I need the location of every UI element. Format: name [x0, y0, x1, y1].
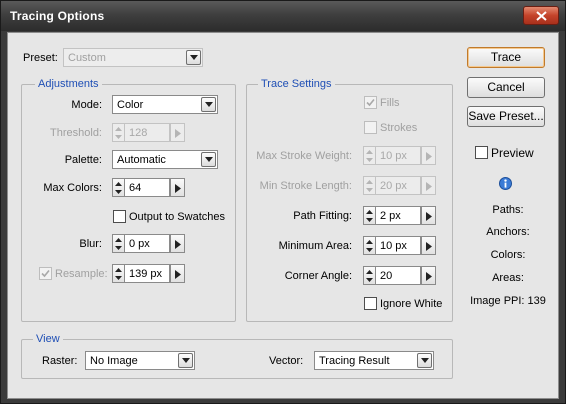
- palette-label: Palette:: [64, 154, 102, 166]
- spin-arrows-icon[interactable]: [363, 206, 376, 225]
- preset-label: Preset:: [23, 52, 58, 64]
- max-colors-stepper[interactable]: 64: [112, 178, 186, 197]
- checkmark-icon: [41, 269, 50, 278]
- spin-arrows-icon[interactable]: [363, 146, 376, 165]
- minimum-area-label: Minimum Area:: [278, 240, 352, 252]
- chevron-down-icon: [201, 97, 216, 112]
- min-stroke-length-value: 20 px: [380, 180, 407, 192]
- chevron-right-icon[interactable]: [421, 236, 436, 255]
- mode-label: Mode:: [71, 99, 102, 111]
- chevron-down-icon: [201, 152, 216, 167]
- threshold-stepper[interactable]: 128: [112, 123, 186, 142]
- chevron-right-icon[interactable]: [170, 234, 185, 253]
- max-colors-label: Max Colors:: [43, 182, 102, 194]
- adjustments-legend: Adjustments: [35, 78, 102, 90]
- close-button[interactable]: [523, 6, 559, 25]
- max-stroke-weight-label: Max Stroke Weight:: [256, 150, 352, 162]
- chevron-right-icon[interactable]: [170, 123, 185, 142]
- save-preset-button[interactable]: Save Preset...: [467, 106, 545, 127]
- mode-dropdown[interactable]: Color: [112, 95, 218, 114]
- ignore-white-label: Ignore White: [380, 298, 443, 310]
- resample-label: Resample:: [55, 268, 108, 280]
- minimum-area-stepper[interactable]: 10 px: [363, 236, 437, 255]
- path-fitting-value: 2 px: [380, 210, 401, 222]
- spin-arrows-icon[interactable]: [112, 178, 125, 197]
- spin-arrows-icon[interactable]: [112, 234, 125, 253]
- max-colors-value: 64: [129, 182, 142, 194]
- corner-angle-value: 20: [380, 270, 393, 282]
- paths-label: Paths:: [492, 204, 524, 216]
- output-to-swatches-label: Output to Swatches: [129, 211, 225, 223]
- path-fitting-stepper[interactable]: 2 px: [363, 206, 437, 225]
- image-ppi-label: Image PPI: 139: [470, 295, 546, 307]
- chevron-right-icon[interactable]: [421, 266, 436, 285]
- dialog-body: Preset: Custom Adjustments Mode: Color T…: [7, 32, 559, 399]
- chevron-right-icon[interactable]: [170, 264, 185, 283]
- view-legend: View: [33, 333, 63, 345]
- anchors-label: Anchors:: [486, 226, 530, 238]
- raster-label: Raster:: [42, 355, 78, 367]
- resample-value: 139 px: [129, 268, 163, 280]
- corner-angle-stepper[interactable]: 20: [363, 266, 437, 285]
- spin-arrows-icon[interactable]: [363, 236, 376, 255]
- trace-settings-legend: Trace Settings: [258, 78, 335, 90]
- threshold-value: 128: [129, 127, 148, 139]
- spin-arrows-icon[interactable]: [363, 266, 376, 285]
- chevron-right-icon[interactable]: [421, 176, 436, 195]
- strokes-label: Strokes: [380, 122, 418, 134]
- chevron-right-icon[interactable]: [170, 178, 185, 197]
- adjustments-group: [21, 84, 236, 322]
- raster-dropdown[interactable]: No Image: [85, 351, 195, 370]
- spin-arrows-icon[interactable]: [112, 123, 125, 142]
- max-stroke-weight-stepper[interactable]: 10 px: [363, 146, 437, 165]
- palette-dropdown[interactable]: Automatic: [112, 150, 218, 169]
- tracing-options-dialog: Tracing Options Preset: Custom Adjustmen…: [0, 0, 566, 404]
- chevron-right-icon[interactable]: [421, 206, 436, 225]
- min-stroke-length-stepper[interactable]: 20 px: [363, 176, 437, 195]
- chevron-right-icon[interactable]: [421, 146, 436, 165]
- blur-label: Blur:: [79, 238, 102, 250]
- vector-dropdown[interactable]: Tracing Result: [314, 351, 434, 370]
- cancel-button[interactable]: Cancel: [467, 77, 545, 98]
- info-icon: [499, 177, 512, 190]
- threshold-label: Threshold:: [50, 127, 102, 139]
- blur-stepper[interactable]: 0 px: [112, 234, 186, 253]
- checkmark-icon: [366, 98, 375, 107]
- title-bar[interactable]: Tracing Options: [1, 1, 565, 31]
- trace-settings-group: [246, 84, 453, 322]
- vector-label: Vector:: [269, 355, 304, 367]
- spin-arrows-icon[interactable]: [363, 176, 376, 195]
- minimum-area-value: 10 px: [380, 240, 407, 252]
- min-stroke-length-label: Min Stroke Length:: [259, 180, 352, 192]
- resample-stepper[interactable]: 139 px: [112, 264, 186, 283]
- trace-button[interactable]: Trace: [467, 47, 545, 68]
- preview-label: Preview: [491, 146, 534, 160]
- chevron-down-icon: [178, 353, 193, 368]
- chevron-down-icon: [417, 353, 432, 368]
- colors-label: Colors:: [490, 249, 526, 261]
- resample-checkbox[interactable]: [39, 267, 52, 280]
- strokes-checkbox[interactable]: [364, 121, 377, 134]
- ignore-white-checkbox[interactable]: [364, 297, 377, 310]
- corner-angle-label: Corner Angle:: [284, 270, 352, 282]
- output-to-swatches-checkbox[interactable]: [113, 210, 126, 223]
- max-stroke-weight-value: 10 px: [380, 150, 407, 162]
- preset-dropdown[interactable]: Custom: [63, 48, 203, 67]
- blur-value: 0 px: [129, 238, 150, 250]
- spin-arrows-icon[interactable]: [112, 264, 125, 283]
- close-icon: [536, 11, 547, 21]
- window-title: Tracing Options: [10, 9, 105, 23]
- preview-checkbox[interactable]: [475, 146, 488, 159]
- areas-label: Areas:: [492, 272, 524, 284]
- path-fitting-label: Path Fitting:: [293, 210, 352, 222]
- fills-checkbox[interactable]: [364, 96, 377, 109]
- fills-label: Fills: [380, 97, 400, 109]
- chevron-down-icon: [186, 50, 201, 65]
